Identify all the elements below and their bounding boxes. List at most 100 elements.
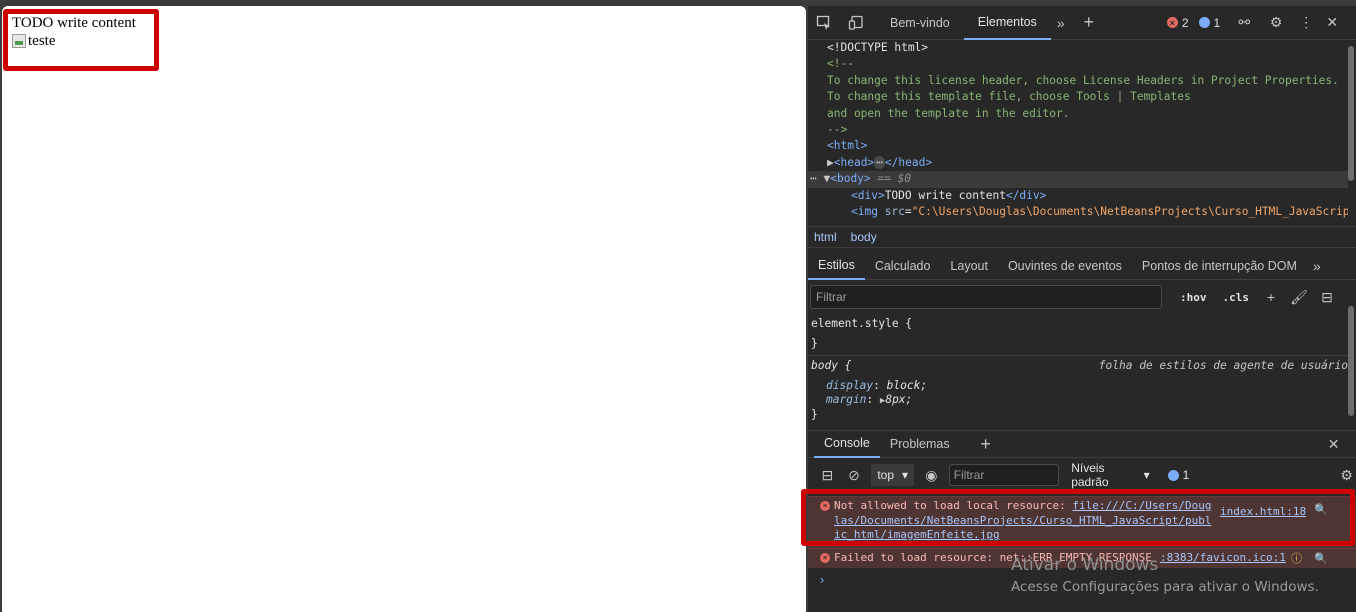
element-style-selector: element.style { [811, 317, 913, 330]
more-tabs-icon[interactable]: » [1051, 13, 1071, 33]
rule-close: } [811, 408, 818, 421]
context-select[interactable]: top ▾ [871, 464, 915, 486]
prop-name: display [826, 379, 874, 392]
styles-tabs: Estilos Calculado Layout Ouvintes de eve… [808, 252, 1356, 280]
tab-dom-breakpoints[interactable]: Pontos de interrupção DOM [1132, 252, 1307, 280]
ua-stylesheet-label: folha de estilos de agente de usuário [1098, 359, 1348, 372]
dom-comment-line[interactable]: To change this license header, choose Li… [808, 73, 1348, 89]
inspect-icon[interactable] [814, 13, 834, 33]
message-icon [1167, 469, 1179, 481]
more-tabs-icon[interactable]: » [1307, 256, 1327, 276]
new-rule-icon[interactable]: + [1261, 287, 1281, 307]
console-filter-input[interactable]: Filtrar [948, 464, 1060, 486]
breadcrumb-body[interactable]: body [851, 230, 877, 244]
dom-div[interactable]: <div>TODO write content</div> [808, 188, 1348, 204]
img-attr-value: "C:\Users\Douglas\Documents\NetBeansProj… [911, 205, 1348, 219]
styles-filter-input[interactable]: Filtrar [810, 285, 1162, 309]
cls-button[interactable]: .cls [1219, 291, 1254, 304]
dom-comment-line[interactable]: and open the template in the editor. [808, 106, 1348, 122]
dom-comment-close[interactable]: --> [808, 122, 1348, 138]
console-prompt-icon[interactable]: › [820, 572, 824, 587]
tab-styles[interactable]: Estilos [808, 252, 865, 280]
message-text: Not allowed to load local resource: file… [834, 499, 1214, 543]
message-icon [1198, 17, 1210, 28]
dom-comment-line[interactable]: To change this template file, choose Too… [808, 89, 1348, 105]
levels-select[interactable]: Níveis padrão ▾ [1071, 461, 1149, 489]
levels-value: Níveis padrão [1071, 461, 1109, 489]
prop-display: display: block; [826, 379, 928, 392]
chevron-down-icon: ▾ [1143, 468, 1150, 482]
tab-problems[interactable]: Problemas [880, 430, 960, 458]
sidebar-toggle-icon[interactable]: ⊟ [1317, 287, 1337, 307]
tab-welcome[interactable]: Bem-vindo [876, 6, 964, 40]
breadcrumb-html[interactable]: html [814, 230, 837, 244]
rule-close: } [811, 337, 818, 350]
dom-scrollbar[interactable] [1348, 46, 1354, 181]
customize-icon[interactable]: ⚯ [1234, 13, 1254, 33]
div-text: TODO write content [884, 188, 1006, 202]
windows-watermark-title: Ativar o Windows [1011, 555, 1159, 575]
body-tag: <body> [830, 172, 871, 186]
rule-element-style[interactable]: element.style { } [808, 314, 1348, 356]
kebab-menu-icon[interactable]: ⋮ [1296, 13, 1316, 33]
search-icon[interactable]: 🔍 [1314, 552, 1328, 567]
add-tab-icon[interactable]: + [976, 434, 996, 454]
head-close-tag: </head> [884, 155, 933, 169]
tab-elements[interactable]: Elementos [963, 6, 1051, 40]
console-sidebar-icon[interactable]: ⊟ [818, 465, 837, 485]
resource-link[interactable]: ic_html/imagemEnfeite.jpg [834, 528, 1000, 541]
ellipsis-icon[interactable]: ⋯ [874, 155, 885, 169]
dom-html[interactable]: <html> [808, 138, 1348, 154]
styles-filter-row: Filtrar :hov .cls + 🖌 ⊟ [810, 284, 1350, 310]
error-badge[interactable]: × 2 [1166, 15, 1189, 30]
paint-icon[interactable]: 🖌 [1289, 287, 1309, 307]
dom-img[interactable]: <img src="C:\Users\Douglas\Documents\Net… [808, 204, 1348, 220]
console-toolbar: ⊟ ⊘ top ▾ ◉ Filtrar Níveis padrão ▾ 1 ⚙ [808, 461, 1356, 489]
rule-body[interactable]: body { folha de estilos de agente de usu… [808, 356, 1348, 424]
error-icon: × [1166, 17, 1178, 28]
source-link[interactable]: index.html:18 [1220, 505, 1306, 520]
head-tag: <head> [833, 155, 875, 169]
hov-button[interactable]: :hov [1176, 291, 1211, 304]
dom-tree: <!DOCTYPE html> <!-- To change this lice… [808, 40, 1348, 226]
tab-computed[interactable]: Calculado [865, 252, 941, 280]
div-tag: <div> [851, 188, 885, 202]
device-toggle-icon[interactable] [846, 13, 866, 33]
eye-icon[interactable]: ◉ [922, 465, 941, 485]
page-text: TODO write content [12, 15, 136, 31]
resource-link[interactable]: las/Documents/NetBeansProjects/Curso_HTM… [834, 514, 1212, 527]
styles-scrollbar[interactable] [1348, 306, 1354, 416]
dom-head[interactable]: ▶<head> ⋯ </head> [808, 155, 1348, 171]
error-icon: × [820, 501, 830, 511]
close-devtools-icon[interactable]: ✕ [1322, 13, 1342, 33]
dom-doctype[interactable]: <!DOCTYPE html> [808, 40, 1348, 56]
windows-watermark-subtitle: Acesse Configurações para ativar o Windo… [1011, 579, 1319, 595]
broken-image: teste [12, 32, 136, 50]
devtools-panel: Bem-vindo Elementos » + × 2 1 ⚯ ⚙ ⋮ ✕ <!… [808, 6, 1356, 612]
prop-value: block; [886, 379, 928, 392]
settings-icon[interactable]: ⚙ [1266, 13, 1286, 33]
dom-comment-open[interactable]: <!-- [808, 56, 1348, 72]
info-count: 1 [1213, 15, 1221, 30]
img-attr-name: src [884, 205, 905, 219]
add-tab-icon[interactable]: + [1079, 12, 1099, 33]
console-error-message[interactable]: × Not allowed to load local resource: fi… [808, 496, 1356, 548]
tab-console[interactable]: Console [814, 430, 880, 458]
search-icon[interactable]: 🔍 [1314, 503, 1328, 518]
context-value: top [877, 468, 894, 482]
source-link[interactable]: :8383/favicon.ico:1 [1160, 551, 1286, 566]
close-drawer-icon[interactable]: ✕ [1324, 434, 1344, 454]
resource-link[interactable]: file:///C:/Users/Doug [1072, 499, 1211, 512]
issues-badge[interactable]: 1 [1167, 468, 1190, 482]
tab-event-listeners[interactable]: Ouvintes de eventos [998, 252, 1132, 280]
page-viewport: TODO write content teste [2, 6, 806, 612]
console-settings-icon[interactable]: ⚙ [1337, 465, 1356, 485]
error-count: 2 [1181, 15, 1189, 30]
warning-icon[interactable]: ⓘ [1291, 552, 1302, 567]
clear-console-icon[interactable]: ⊘ [845, 465, 864, 485]
dom-body[interactable]: ⋯ ▼<body> == $0 [808, 171, 1348, 188]
error-icon: × [820, 553, 830, 563]
tab-layout[interactable]: Layout [940, 252, 998, 280]
issues-count: 1 [1182, 468, 1190, 482]
info-badge[interactable]: 1 [1198, 15, 1221, 30]
